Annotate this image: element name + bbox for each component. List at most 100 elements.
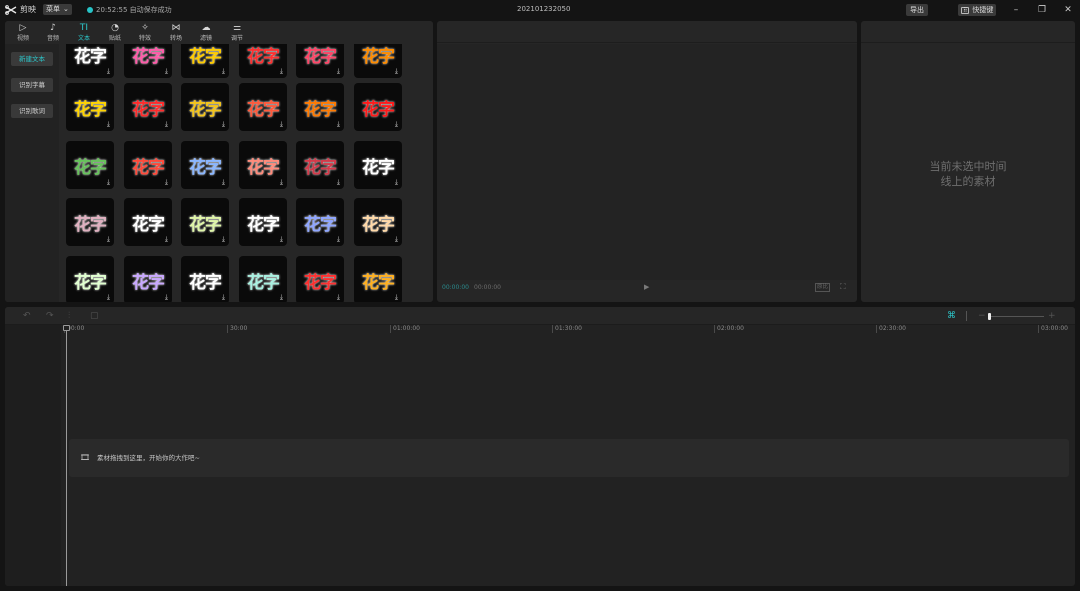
style-preview-text: 花字: [247, 100, 280, 120]
tab-filter[interactable]: ☁ 滤镜: [193, 22, 219, 44]
text-style-tile[interactable]: 花字 ⤓: [239, 198, 287, 246]
download-icon[interactable]: ⤓: [395, 121, 398, 128]
download-icon[interactable]: ⤓: [165, 294, 168, 301]
text-style-tile[interactable]: 花字 ⤓: [354, 141, 402, 189]
download-icon[interactable]: ⤓: [280, 179, 283, 186]
download-icon[interactable]: ⤓: [280, 68, 283, 75]
tab-video[interactable]: ▷ 视频: [10, 22, 36, 44]
text-style-tile[interactable]: 花字 ⤓: [124, 198, 172, 246]
download-icon[interactable]: ⤓: [395, 236, 398, 243]
download-icon[interactable]: ⤓: [165, 68, 168, 75]
text-style-tile[interactable]: 花字 ⤓: [239, 83, 287, 131]
text-style-tile[interactable]: 花字 ⤓: [354, 83, 402, 131]
text-style-tile[interactable]: 花字 ⤓: [124, 256, 172, 302]
download-icon[interactable]: ⤓: [107, 68, 110, 75]
text-style-tile[interactable]: 花字 ⤓: [181, 44, 229, 78]
text-style-tile[interactable]: 花字 ⤓: [66, 141, 114, 189]
export-button[interactable]: 导出: [906, 4, 928, 16]
download-icon[interactable]: ⤓: [395, 294, 398, 301]
text-style-tile[interactable]: 花字 ⤓: [239, 256, 287, 302]
text-style-tile[interactable]: 花字 ⤓: [124, 141, 172, 189]
text-style-tile[interactable]: 花字 ⤓: [124, 83, 172, 131]
tab-adjust[interactable]: ⚌ 调节: [224, 22, 250, 44]
text-style-tile[interactable]: 花字 ⤓: [66, 83, 114, 131]
redo-icon[interactable]: ↷: [46, 310, 54, 322]
menu-button[interactable]: 菜单 ⌄: [43, 4, 72, 15]
minimize-icon[interactable]: –: [1011, 5, 1021, 15]
subnav-item-1[interactable]: 识别字幕: [11, 78, 53, 92]
play-icon[interactable]: ▶: [644, 283, 649, 291]
text-style-tile[interactable]: 花字 ⤓: [181, 83, 229, 131]
main-track-dropzone[interactable]: 🎞 素材拖拽到这里，开始你的大作吧~: [69, 439, 1069, 477]
tab-transition[interactable]: ⋈ 转场: [163, 22, 189, 44]
download-icon[interactable]: ⤓: [222, 294, 225, 301]
zoom-out-icon[interactable]: −: [978, 310, 986, 322]
download-icon[interactable]: ⤓: [337, 294, 340, 301]
download-icon[interactable]: ⤓: [107, 236, 110, 243]
text-style-tile[interactable]: 花字 ⤓: [296, 83, 344, 131]
download-icon[interactable]: ⤓: [222, 68, 225, 75]
tab-effect[interactable]: ✧ 特效: [132, 22, 158, 44]
download-icon[interactable]: ⤓: [337, 236, 340, 243]
text-style-tile[interactable]: 花字 ⤓: [354, 198, 402, 246]
download-icon[interactable]: ⤓: [107, 179, 110, 186]
download-icon[interactable]: ⤓: [107, 294, 110, 301]
download-icon[interactable]: ⤓: [280, 236, 283, 243]
undo-icon[interactable]: ↶: [23, 310, 31, 322]
style-preview-text: 花字: [74, 273, 107, 293]
playhead-handle[interactable]: [63, 325, 70, 331]
text-style-tile[interactable]: 花字 ⤓: [181, 198, 229, 246]
playhead[interactable]: [66, 326, 67, 586]
download-icon[interactable]: ⤓: [280, 294, 283, 301]
download-icon[interactable]: ⤓: [395, 179, 398, 186]
download-icon[interactable]: ⤓: [337, 179, 340, 186]
text-style-tile[interactable]: 花字 ⤓: [239, 141, 287, 189]
download-icon[interactable]: ⤓: [107, 121, 110, 128]
split-icon[interactable]: ⫶: [68, 310, 70, 322]
text-subnav: 新建文本识别字幕识别歌词: [5, 44, 59, 302]
text-icon: TI: [79, 23, 89, 33]
text-style-tile[interactable]: 花字 ⤓: [239, 44, 287, 78]
text-style-tile[interactable]: 花字 ⤓: [296, 256, 344, 302]
fullscreen-icon[interactable]: ⛶: [840, 282, 846, 292]
download-icon[interactable]: ⤓: [222, 179, 225, 186]
save-status: 20:52:55 自动保存成功: [96, 6, 172, 14]
download-icon[interactable]: ⤓: [165, 179, 168, 186]
download-icon[interactable]: ⤓: [337, 68, 340, 75]
text-style-tile[interactable]: 花字 ⤓: [354, 44, 402, 78]
text-style-tile[interactable]: 花字 ⤓: [66, 198, 114, 246]
shortcut-button[interactable]: ⠿ 快捷键: [958, 4, 996, 16]
download-icon[interactable]: ⤓: [222, 121, 225, 128]
subnav-item-2[interactable]: 识别歌词: [11, 104, 53, 118]
ruler-tick-label: 02:00:00: [714, 325, 744, 333]
snap-icon[interactable]: ⌘: [947, 310, 956, 322]
download-icon[interactable]: ⤓: [280, 121, 283, 128]
zoom-in-icon[interactable]: +: [1048, 310, 1056, 322]
text-style-tile[interactable]: 花字 ⤓: [181, 141, 229, 189]
text-style-tile[interactable]: 花字 ⤓: [66, 256, 114, 302]
maximize-icon[interactable]: ❐: [1037, 5, 1047, 15]
download-icon[interactable]: ⤓: [165, 121, 168, 128]
tab-text[interactable]: TI 文本: [71, 22, 97, 44]
download-icon[interactable]: ⤓: [395, 68, 398, 75]
text-style-tile[interactable]: 花字 ⤓: [181, 256, 229, 302]
download-icon[interactable]: ⤓: [222, 236, 225, 243]
download-icon[interactable]: ⤓: [165, 236, 168, 243]
download-icon[interactable]: ⤓: [337, 121, 340, 128]
tab-audio[interactable]: ♪ 音频: [40, 22, 66, 44]
text-style-tile[interactable]: 花字 ⤓: [354, 256, 402, 302]
text-style-tile[interactable]: 花字 ⤓: [66, 44, 114, 78]
text-style-tile[interactable]: 花字 ⤓: [296, 141, 344, 189]
app-logo-icon: [5, 5, 17, 15]
text-style-tile[interactable]: 花字 ⤓: [296, 198, 344, 246]
ratio-button[interactable]: 原比: [815, 283, 831, 292]
zoom-slider-handle[interactable]: [988, 313, 991, 320]
text-style-tile[interactable]: 花字 ⤓: [124, 44, 172, 78]
tab-sticker[interactable]: ◔ 贴纸: [102, 22, 128, 44]
zoom-slider[interactable]: [988, 316, 1044, 317]
delete-icon[interactable]: ▢: [90, 310, 99, 322]
subnav-item-0[interactable]: 新建文本: [11, 52, 53, 66]
time-ruler[interactable]: 00:00 30:00 01:00:00 01:30:00 02:00:00 02:30:…: [5, 325, 1075, 335]
text-style-tile[interactable]: 花字 ⤓: [296, 44, 344, 78]
close-icon[interactable]: ✕: [1063, 5, 1073, 15]
